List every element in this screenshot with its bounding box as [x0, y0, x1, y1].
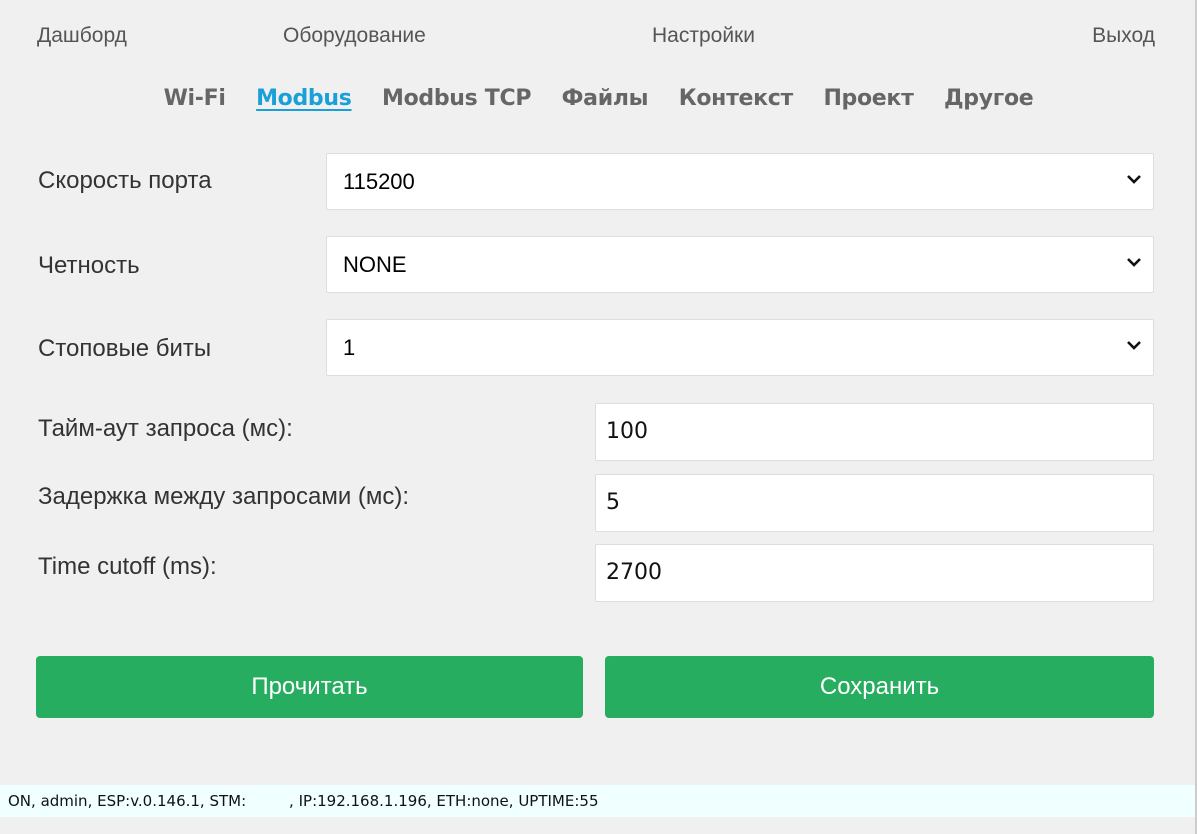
stopbits-label: Стоповые биты: [38, 335, 212, 362]
stopbits-value: 1: [343, 335, 356, 360]
tab-other[interactable]: Другое: [944, 86, 1034, 111]
nav-exit-link[interactable]: Выход: [1092, 24, 1155, 48]
tab-project[interactable]: Проект: [823, 86, 913, 111]
chevron-down-icon: [1127, 154, 1141, 184]
delay-label: Задержка между запросами (мс):: [38, 483, 410, 510]
delay-input[interactable]: 5: [595, 474, 1154, 532]
baud-select[interactable]: 115200: [326, 153, 1154, 210]
parity-value: NONE: [343, 252, 407, 277]
parity-label: Четность: [38, 252, 140, 279]
cutoff-label: Time cutoff (ms):: [38, 553, 217, 580]
tab-wifi[interactable]: Wi-Fi: [164, 86, 226, 111]
chevron-down-icon: [1127, 237, 1141, 267]
tab-files[interactable]: Файлы: [562, 86, 649, 111]
status-bar: ON, admin, ESP:v.0.146.1, STM: , IP:192.…: [0, 785, 1197, 817]
tab-context[interactable]: Контекст: [679, 86, 794, 111]
timeout-input[interactable]: 100: [595, 403, 1154, 461]
baud-label: Скорость порта: [38, 167, 212, 194]
tab-modbus[interactable]: Modbus: [256, 86, 352, 111]
baud-value: 115200: [343, 169, 415, 194]
nav-dashboard-link[interactable]: Дашборд: [37, 24, 127, 48]
parity-select[interactable]: NONE: [326, 236, 1154, 293]
tab-modbus-tcp[interactable]: Modbus TCP: [382, 86, 532, 111]
settings-tabs: Wi-Fi Modbus Modbus TCP Файлы Контекст П…: [0, 86, 1197, 111]
nav-settings-link[interactable]: Настройки: [652, 24, 755, 48]
save-button[interactable]: Сохранить: [605, 656, 1154, 718]
read-button[interactable]: Прочитать: [36, 656, 583, 718]
stopbits-select[interactable]: 1: [326, 319, 1154, 376]
cutoff-input[interactable]: 2700: [595, 544, 1154, 602]
chevron-down-icon: [1127, 320, 1141, 350]
timeout-label: Тайм-аут запроса (мс):: [38, 415, 293, 442]
nav-equipment-link[interactable]: Оборудование: [283, 24, 426, 48]
top-navigation: Дашборд Оборудование Настройки Выход: [0, 0, 1197, 72]
